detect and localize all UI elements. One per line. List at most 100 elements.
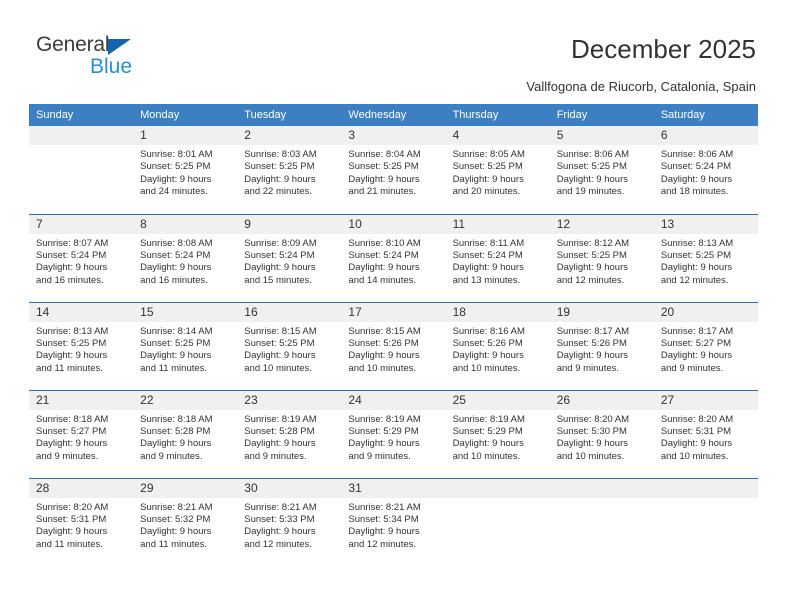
logo-text-general: General (36, 33, 110, 56)
day-details: Sunrise: 8:18 AM Sunset: 5:27 PM Daylight:… (29, 410, 133, 464)
day-details: Sunrise: 8:17 AM Sunset: 5:26 PM Daylight:… (550, 322, 654, 376)
calendar-day-cell[interactable]: 12 Sunrise: 8:12 AM Sunset: 5:25 PM Dayligh… (549, 213, 654, 302)
day-detail-line: Sunset: 5:29 PM (452, 425, 523, 437)
weekday-header-sunday: Sunday (29, 104, 134, 126)
calendar-day-cell[interactable]: 10 Sunrise: 8:10 AM Sunset: 5:24 PM Dayligh… (341, 213, 446, 302)
calendar-day-cell[interactable]: 14 Sunrise: 8:13 AM Sunset: 5:25 PM Dayligh… (29, 301, 134, 390)
day-detail-line: Daylight: 9 hours (140, 526, 212, 538)
calendar-day-cell[interactable]: 20 Sunrise: 8:17 AM Sunset: 5:27 PM Dayligh… (653, 301, 758, 390)
calendar-day-cell[interactable]: 11 Sunrise: 8:11 AM Sunset: 5:24 PM Dayligh… (445, 213, 550, 302)
calendar-day-cell[interactable]: 8 Sunrise: 8:08 AM Sunset: 5:24 PM Daylight… (133, 213, 238, 302)
calendar-day-cell[interactable]: 31 Sunrise: 8:21 AM Sunset: 5:34 PM Dayligh… (341, 477, 446, 566)
day-number: 28 (29, 478, 134, 498)
day-number: 12 (549, 214, 654, 234)
day-number: 24 (341, 390, 446, 410)
day-details: Sunrise: 8:21 AM Sunset: 5:33 PM Daylight:… (237, 498, 341, 552)
day-detail-line: Sunrise: 8:03 AM (244, 149, 317, 160)
day-detail-line: Sunset: 5:24 PM (36, 249, 107, 261)
day-details: Sunrise: 8:14 AM Sunset: 5:25 PM Daylight:… (133, 322, 237, 376)
day-details (654, 498, 758, 502)
day-detail-line: Sunrise: 8:06 AM (556, 149, 630, 160)
day-detail-line: Sunset: 5:30 PM (556, 425, 627, 437)
calendar-day-cell[interactable]: 17 Sunrise: 8:15 AM Sunset: 5:26 PM Dayligh… (341, 301, 446, 390)
calendar-day-cell[interactable]: 24 Sunrise: 8:19 AM Sunset: 5:29 PM Dayligh… (341, 389, 446, 478)
day-detail-line: and 10 minutes. (244, 362, 312, 374)
day-number: 17 (341, 302, 446, 322)
calendar-day-cell[interactable]: 16 Sunrise: 8:15 AM Sunset: 5:25 PM Dayligh… (237, 301, 342, 390)
calendar-day-cell[interactable]: 26 Sunrise: 8:20 AM Sunset: 5:30 PM Dayligh… (549, 389, 654, 478)
day-detail-line: Sunset: 5:25 PM (244, 161, 315, 173)
day-detail-line: Sunrise: 8:14 AM (140, 325, 213, 337)
day-detail-line: and 10 minutes. (348, 362, 417, 374)
day-detail-line: Sunset: 5:29 PM (348, 425, 419, 437)
calendar-day-cell[interactable]: 6 Sunrise: 8:06 AM Sunset: 5:24 PM Daylight… (653, 126, 758, 214)
calendar-day-cell[interactable]: 27 Sunrise: 8:20 AM Sunset: 5:31 PM Dayligh… (653, 389, 758, 478)
calendar-day-cell[interactable]: 21 Sunrise: 8:18 AM Sunset: 5:27 PM Dayligh… (29, 389, 134, 478)
calendar-day-cell[interactable]: 22 Sunrise: 8:18 AM Sunset: 5:28 PM Dayligh… (133, 389, 238, 478)
weekday-header-monday: Monday (133, 104, 238, 126)
day-detail-line: Sunrise: 8:09 AM (244, 237, 317, 249)
day-detail-line: and 9 minutes. (140, 450, 203, 462)
day-details (550, 498, 654, 502)
calendar-day-cell[interactable]: 2 Sunrise: 8:03 AM Sunset: 5:25 PM Daylight… (237, 126, 342, 214)
calendar-day-cell[interactable]: 4 Sunrise: 8:05 AM Sunset: 5:25 PM Daylight… (445, 126, 550, 214)
day-detail-line: Daylight: 9 hours (452, 173, 524, 185)
calendar-day-cell[interactable]: 5 Sunrise: 8:06 AM Sunset: 5:25 PM Daylight… (549, 126, 654, 214)
weekday-header-tuesday: Tuesday (237, 104, 342, 126)
calendar-day-cell[interactable]: 29 Sunrise: 8:21 AM Sunset: 5:32 PM Dayligh… (133, 477, 238, 566)
day-number: 10 (341, 214, 446, 234)
day-detail-line: Sunset: 5:24 PM (140, 249, 211, 261)
calendar-day-cell[interactable]: 7 Sunrise: 8:07 AM Sunset: 5:24 PM Daylight… (29, 213, 134, 302)
day-details: Sunrise: 8:09 AM Sunset: 5:24 PM Daylight:… (237, 234, 341, 288)
calendar-day-cell[interactable]: 18 Sunrise: 8:16 AM Sunset: 5:26 PM Dayligh… (445, 301, 550, 390)
day-detail-line: Sunset: 5:28 PM (140, 425, 211, 437)
day-detail-line: Daylight: 9 hours (348, 173, 420, 185)
day-detail-line: Daylight: 9 hours (556, 262, 628, 274)
logo-text-blue: Blue (90, 55, 133, 78)
calendar-day-cell[interactable]: 23 Sunrise: 8:19 AM Sunset: 5:28 PM Dayligh… (237, 389, 342, 478)
day-details: Sunrise: 8:19 AM Sunset: 5:29 PM Daylight:… (446, 410, 550, 464)
calendar-day-cell[interactable]: 9 Sunrise: 8:09 AM Sunset: 5:24 PM Daylight… (237, 213, 342, 302)
day-detail-line: Sunrise: 8:08 AM (140, 237, 213, 249)
day-number: 3 (341, 126, 446, 145)
day-detail-line: Daylight: 9 hours (556, 438, 628, 450)
day-details: Sunrise: 8:10 AM Sunset: 5:24 PM Daylight:… (341, 234, 445, 288)
day-detail-line: and 11 minutes. (140, 362, 208, 374)
page-subtitle: Vallfogona de Riucorb, Catalonia, Spain (526, 79, 756, 94)
calendar-day-cell[interactable]: 15 Sunrise: 8:14 AM Sunset: 5:25 PM Dayligh… (133, 301, 238, 390)
day-detail-line: Sunrise: 8:07 AM (36, 237, 109, 249)
calendar-day-cell[interactable]: 13 Sunrise: 8:13 AM Sunset: 5:25 PM Dayligh… (653, 213, 758, 302)
day-detail-line: Sunrise: 8:19 AM (244, 413, 317, 425)
calendar-empty-cell (445, 477, 550, 566)
day-detail-line: Sunrise: 8:13 AM (660, 237, 734, 249)
calendar-day-cell[interactable]: 25 Sunrise: 8:19 AM Sunset: 5:29 PM Dayligh… (445, 389, 550, 478)
day-detail-line: and 11 minutes. (36, 362, 103, 374)
day-number: 31 (341, 478, 446, 498)
day-details: Sunrise: 8:20 AM Sunset: 5:31 PM Daylight:… (654, 410, 758, 464)
day-detail-line: Sunrise: 8:21 AM (244, 501, 317, 513)
day-details: Sunrise: 8:16 AM Sunset: 5:26 PM Daylight:… (446, 322, 550, 376)
day-detail-line: Sunset: 5:26 PM (452, 337, 523, 349)
day-detail-line: and 10 minutes. (660, 450, 729, 462)
day-detail-line: and 12 minutes. (660, 274, 729, 286)
day-detail-line: and 19 minutes. (556, 186, 625, 198)
day-detail-line: Sunset: 5:31 PM (660, 425, 732, 437)
calendar-day-cell[interactable]: 30 Sunrise: 8:21 AM Sunset: 5:33 PM Dayligh… (237, 477, 342, 566)
day-number (549, 478, 654, 498)
day-detail-line: Sunrise: 8:05 AM (452, 149, 525, 160)
calendar-day-cell[interactable]: 3 Sunrise: 8:04 AM Sunset: 5:25 PM Daylight… (341, 126, 446, 214)
day-detail-line: Sunset: 5:25 PM (556, 249, 627, 261)
generalblue-logo[interactable]: General Blue (36, 33, 206, 85)
calendar-week-row: 1 Sunrise: 8:01 AM Sunset: 5:25 PM Daylight… (29, 126, 758, 214)
day-detail-line: Daylight: 9 hours (36, 350, 108, 362)
day-detail-line: and 9 minutes. (556, 362, 620, 374)
calendar-day-cell[interactable]: 19 Sunrise: 8:17 AM Sunset: 5:26 PM Dayligh… (549, 301, 654, 390)
day-number: 30 (237, 478, 342, 498)
day-details: Sunrise: 8:15 AM Sunset: 5:25 PM Daylight:… (237, 322, 341, 376)
day-detail-line: and 10 minutes. (452, 450, 521, 462)
day-detail-line: Sunrise: 8:17 AM (556, 325, 630, 337)
calendar-day-cell[interactable]: 28 Sunrise: 8:20 AM Sunset: 5:31 PM Dayligh… (29, 477, 134, 566)
day-detail-line: Daylight: 9 hours (244, 262, 316, 274)
calendar-day-cell[interactable]: 1 Sunrise: 8:01 AM Sunset: 5:25 PM Daylight… (133, 126, 238, 214)
day-detail-line: Sunrise: 8:21 AM (348, 501, 421, 513)
